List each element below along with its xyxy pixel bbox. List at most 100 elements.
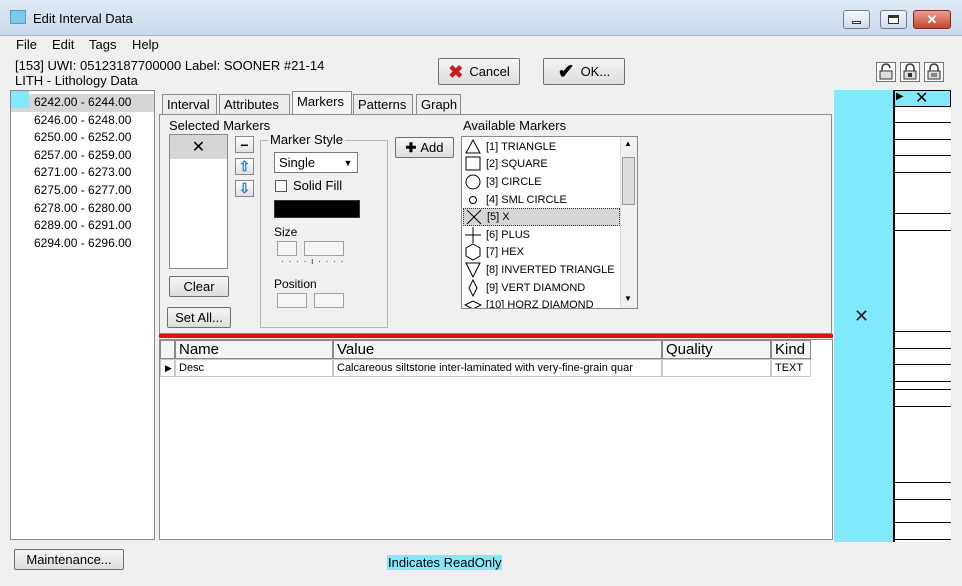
available-marker-label: [3] CIRCLE <box>486 175 542 188</box>
tab-interval[interactable]: Interval <box>162 94 217 114</box>
grid-header-kind[interactable]: Kind <box>771 340 811 359</box>
available-marker-item[interactable]: [2] SQUARE <box>463 156 620 174</box>
menu-tags[interactable]: Tags <box>89 37 116 52</box>
grid-cell-quality[interactable] <box>662 359 771 377</box>
available-markers-list[interactable]: [1] TRIANGLE [2] SQUARE [3] CIRCLE [4] SML … <box>461 136 638 309</box>
interval-box[interactable] <box>894 482 951 500</box>
current-interval-box[interactable]: ▶ ✕ <box>894 90 951 107</box>
ok-button[interactable]: ✔ OK... <box>543 58 625 85</box>
position-field[interactable] <box>277 293 307 308</box>
cancel-x-icon: ✖ <box>448 61 464 82</box>
available-marker-item[interactable]: [5] X <box>463 208 620 226</box>
grid-cell-kind[interactable]: TEXT <box>771 359 811 377</box>
move-down-button[interactable]: ⇩ <box>235 180 254 197</box>
readonly-indicator <box>11 91 29 108</box>
interval-item[interactable]: 6250.00 - 6252.00 <box>11 129 154 147</box>
interval-item[interactable]: 6275.00 - 6277.00 <box>11 182 154 200</box>
available-marker-item[interactable]: [9] VERT DIAMOND <box>463 278 620 297</box>
interval-box[interactable] <box>894 122 951 140</box>
x-marker-icon: ✕ <box>191 139 206 156</box>
interval-item[interactable]: 6289.00 - 6291.00 <box>11 217 154 235</box>
solid-fill-checkbox[interactable] <box>275 180 287 192</box>
window-title: Edit Interval Data <box>33 11 133 26</box>
interval-list[interactable]: 6242.00 - 6244.00 6246.00 - 6248.00 6250.0… <box>10 90 155 540</box>
lock-all-icon[interactable] <box>900 62 920 82</box>
interval-box[interactable] <box>894 213 951 231</box>
chevron-down-icon[interactable]: ▼ <box>339 153 357 172</box>
x-marker-icon: ✕ <box>915 90 929 107</box>
close-button[interactable]: ✕ <box>913 10 951 29</box>
available-marker-label: [4] SML CIRCLE <box>486 193 567 206</box>
grid-header-value[interactable]: Value <box>333 340 662 359</box>
available-marker-item[interactable]: [1] TRIANGLE <box>463 138 620 156</box>
interval-item[interactable]: 6278.00 - 6280.00 <box>11 200 154 218</box>
available-marker-item[interactable]: [8] INVERTED TRIANGLE <box>463 261 620 279</box>
available-marker-item[interactable]: [3] CIRCLE <box>463 173 620 191</box>
well-info: [153] UWI: 05123187700000 Label: SOONER … <box>15 58 325 73</box>
grid-cell-name[interactable]: Desc <box>175 359 333 377</box>
app-icon <box>10 10 26 24</box>
remove-marker-button[interactable]: − <box>235 136 254 153</box>
preview-x-marker: ✕ <box>854 306 870 326</box>
scroll-up-icon[interactable]: ▲ <box>624 139 632 148</box>
interval-box[interactable] <box>894 155 951 173</box>
tab-attributes[interactable]: Attributes <box>219 94 290 114</box>
available-marker-label: [8] INVERTED TRIANGLE <box>486 263 615 276</box>
available-markers-scrollbar[interactable]: ▲ ▼ <box>620 137 637 308</box>
available-marker-item[interactable]: [10] HORZ DIAMOND <box>463 296 620 308</box>
solid-fill-label: Solid Fill <box>293 178 343 193</box>
inverted-triangle-icon <box>463 261 483 279</box>
menu-edit[interactable]: Edit <box>52 37 74 52</box>
tab-patterns[interactable]: Patterns <box>353 94 413 114</box>
interval-box[interactable] <box>894 389 951 407</box>
lock-icon[interactable] <box>876 62 896 82</box>
arrow-down-icon: ⇩ <box>238 180 251 196</box>
ok-label: OK... <box>580 64 611 79</box>
menu-help[interactable]: Help <box>132 37 159 52</box>
title-bar <box>0 0 962 36</box>
selected-marker-item[interactable]: ✕ <box>170 135 227 159</box>
move-up-button[interactable]: ⇧ <box>235 158 254 175</box>
tab-graph[interactable]: Graph <box>416 94 461 114</box>
available-marker-item[interactable]: [6] PLUS <box>463 226 620 244</box>
position-field-2[interactable] <box>314 293 344 308</box>
position-label: Position <box>274 277 317 291</box>
grid-cell-value[interactable]: Calcareous siltstone inter-laminated wit… <box>333 359 662 377</box>
minimize-icon <box>852 21 861 24</box>
interval-box[interactable] <box>894 331 951 349</box>
scroll-down-icon[interactable]: ▼ <box>624 294 632 303</box>
x-icon <box>464 209 484 226</box>
size-field-2[interactable] <box>304 241 344 256</box>
add-marker-button[interactable]: ✚ Add <box>395 137 454 158</box>
interval-box[interactable] <box>894 364 951 382</box>
menu-file[interactable]: File <box>16 37 37 52</box>
tab-markers[interactable]: Markers <box>292 91 352 116</box>
small-circle-icon <box>463 191 483 208</box>
scroll-thumb[interactable] <box>622 157 635 205</box>
interval-item[interactable]: 6242.00 - 6244.00 <box>11 94 154 112</box>
available-markers-title: Available Markers <box>463 118 567 133</box>
unlock-all-icon[interactable] <box>924 62 944 82</box>
hex-icon <box>463 243 483 261</box>
size-field[interactable] <box>277 241 297 256</box>
fill-color-swatch[interactable] <box>274 200 360 218</box>
cancel-button[interactable]: ✖ Cancel <box>438 58 520 85</box>
interval-item[interactable]: 6271.00 - 6273.00 <box>11 164 154 182</box>
maintenance-button[interactable]: Maintenance... <box>14 549 124 570</box>
interval-item[interactable]: 6246.00 - 6248.00 <box>11 112 154 130</box>
circle-icon <box>463 173 483 190</box>
minimize-button[interactable] <box>843 10 870 29</box>
grid-header-quality[interactable]: Quality <box>662 340 771 359</box>
maximize-button[interactable] <box>880 10 907 29</box>
interval-item[interactable]: 6257.00 - 6259.00 <box>11 147 154 165</box>
square-icon <box>463 156 483 173</box>
size-slider[interactable]: · · · · ı · · · · <box>281 256 344 266</box>
splitter[interactable] <box>159 334 833 338</box>
clear-button[interactable]: Clear <box>169 276 229 297</box>
grid-header-name[interactable]: Name <box>175 340 333 359</box>
interval-box[interactable] <box>894 522 951 540</box>
set-all-button[interactable]: Set All... <box>167 307 231 328</box>
available-marker-item[interactable]: [7] HEX <box>463 243 620 262</box>
interval-item[interactable]: 6294.00 - 6296.00 <box>11 235 154 253</box>
available-marker-item[interactable]: [4] SML CIRCLE <box>463 191 620 209</box>
